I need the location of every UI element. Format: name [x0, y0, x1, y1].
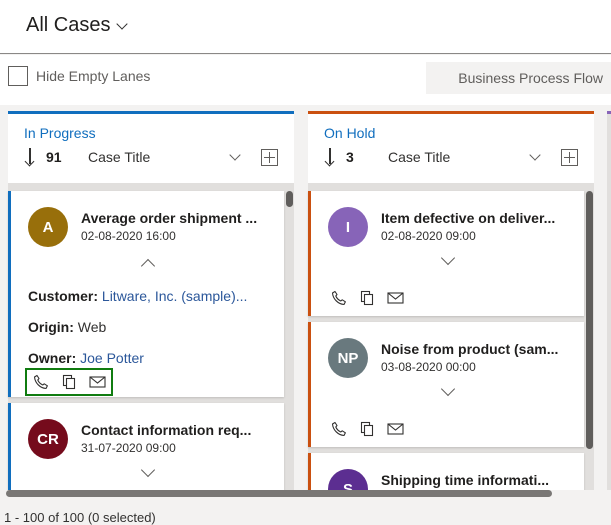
card-date: 02-08-2020 09:00 — [381, 229, 476, 243]
lane-in-progress: In Progress 91 Case Title A Average orde… — [8, 111, 294, 493]
horizontal-scrollbar[interactable] — [6, 490, 552, 497]
business-process-flow-label: Business Process Flow — [458, 70, 603, 86]
chevron-down-icon[interactable] — [440, 381, 456, 397]
chevron-down-icon[interactable] — [140, 462, 156, 478]
email-icon[interactable] — [386, 420, 404, 438]
lane-count: 3 — [346, 149, 354, 165]
avatar: A — [28, 207, 68, 247]
field-label: Customer: — [28, 288, 99, 304]
business-process-flow-button[interactable]: Business Process Flow — [426, 62, 611, 94]
field-owner: Owner: Joe Potter — [28, 350, 144, 366]
card-date: 03-08-2020 00:00 — [381, 360, 476, 374]
chevron-up-icon[interactable] — [140, 258, 156, 274]
card-actions — [325, 417, 409, 441]
lane-header: On Hold 3 Case Title — [308, 111, 594, 183]
status-bar: 1 - 100 of 100 (0 selected) — [0, 498, 611, 525]
card-title[interactable]: Item defective on deliver... — [381, 210, 555, 226]
avatar: NP — [328, 338, 368, 378]
field-value: Web — [77, 319, 107, 335]
field-label: Owner: — [28, 350, 77, 366]
card[interactable]: CR Contact information req... 31-07-2020… — [8, 403, 284, 493]
email-icon[interactable] — [88, 373, 106, 391]
lane-scrollbar[interactable] — [286, 191, 293, 207]
lane-scrollbar[interactable] — [586, 191, 593, 449]
sort-arrow-icon[interactable] — [324, 148, 336, 166]
lane-header: In Progress 91 Case Title — [8, 111, 294, 183]
email-icon[interactable] — [386, 289, 404, 307]
card-title[interactable]: Shipping time informati... — [381, 472, 549, 488]
sort-arrow-icon[interactable] — [24, 148, 36, 166]
card-date: 31-07-2020 09:00 — [81, 441, 176, 455]
card-date: 02-08-2020 16:00 — [81, 229, 176, 243]
card[interactable]: S Shipping time informati... — [308, 453, 584, 493]
view-selector[interactable]: All Cases — [26, 14, 129, 37]
chevron-down-icon — [116, 17, 129, 30]
kanban-board: In Progress 91 Case Title A Average orde… — [0, 105, 611, 493]
card-actions — [325, 286, 409, 310]
lane-title: In Progress — [24, 125, 96, 141]
hide-empty-lanes-checkbox[interactable] — [8, 66, 28, 86]
chevron-down-icon[interactable] — [529, 149, 541, 161]
lane-title: On Hold — [324, 125, 376, 141]
add-icon[interactable] — [261, 148, 278, 166]
owner-link[interactable]: Joe Potter — [80, 350, 144, 366]
card-title[interactable]: Noise from product (sam... — [381, 341, 558, 357]
lane-on-hold: On Hold 3 Case Title I Item defective on… — [308, 111, 594, 493]
sort-field-label[interactable]: Case Title — [388, 149, 531, 165]
card[interactable]: A Average order shipment ... 02-08-2020 … — [8, 191, 284, 397]
record-count: 1 - 100 of 100 (0 selected) — [4, 510, 156, 525]
customer-link[interactable]: Litware, Inc. (sample)... — [102, 288, 248, 304]
lane-next-edge — [607, 111, 611, 493]
view-header: All Cases — [0, 0, 611, 54]
chevron-down-icon[interactable] — [229, 149, 241, 161]
hide-empty-lanes-label: Hide Empty Lanes — [36, 68, 151, 84]
avatar: I — [328, 207, 368, 247]
document-icon[interactable] — [60, 373, 78, 391]
card-actions — [25, 368, 113, 396]
field-customer: Customer: Litware, Inc. (sample)... — [28, 288, 247, 304]
phone-icon[interactable] — [32, 373, 50, 391]
card-title[interactable]: Contact information req... — [81, 422, 251, 438]
document-icon[interactable] — [358, 420, 376, 438]
sort-field-label[interactable]: Case Title — [88, 149, 231, 165]
avatar: CR — [28, 419, 68, 459]
chevron-down-icon[interactable] — [440, 250, 456, 266]
view-title: All Cases — [26, 14, 111, 36]
document-icon[interactable] — [358, 289, 376, 307]
field-origin: Origin: Web — [28, 319, 106, 335]
add-icon[interactable] — [561, 148, 578, 166]
card[interactable]: I Item defective on deliver... 02-08-202… — [308, 191, 584, 316]
hide-empty-lanes-toggle[interactable]: Hide Empty Lanes — [8, 66, 150, 86]
field-label: Origin: — [28, 319, 74, 335]
phone-icon[interactable] — [330, 420, 348, 438]
lane-count: 91 — [46, 149, 62, 165]
card-title[interactable]: Average order shipment ... — [81, 210, 257, 226]
phone-icon[interactable] — [330, 289, 348, 307]
toolbar: Hide Empty Lanes Business Process Flow — [0, 55, 611, 105]
card[interactable]: NP Noise from product (sam... 03-08-2020… — [308, 322, 584, 447]
